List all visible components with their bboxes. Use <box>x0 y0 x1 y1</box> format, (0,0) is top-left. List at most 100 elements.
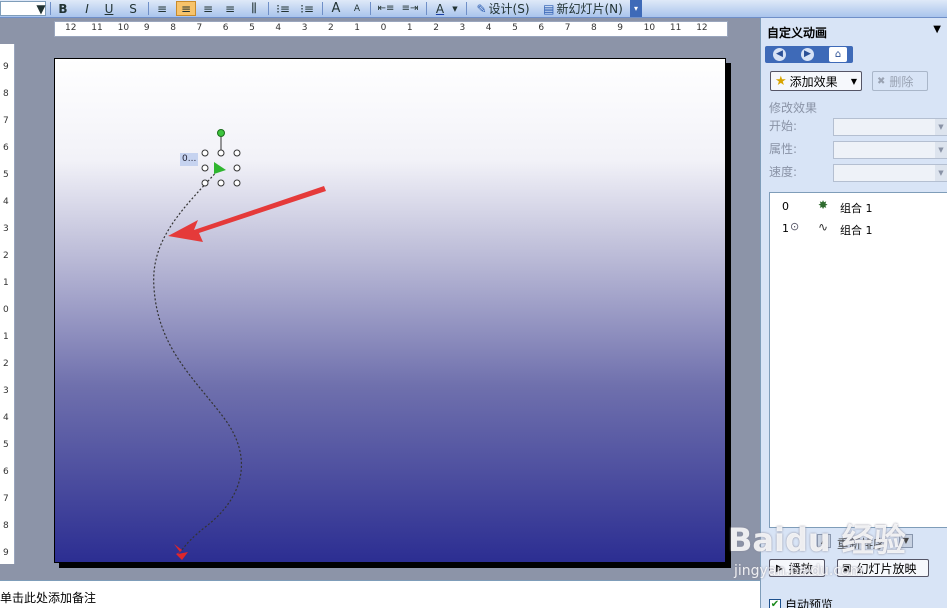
align-center-button[interactable]: ≡ <box>176 1 196 16</box>
delete-button[interactable]: ✖ 删除 <box>872 71 928 91</box>
resize-handle[interactable] <box>233 179 241 187</box>
bold-button[interactable]: B <box>56 1 70 16</box>
ruler-tick-label: 1 <box>3 278 9 288</box>
increase-indent-button[interactable]: ≡⇥ <box>400 1 420 16</box>
move-up-icon[interactable]: ▲ <box>817 534 831 548</box>
ruler-tick-label: 6 <box>222 23 229 33</box>
ruler-tick-label: 12 <box>65 23 77 33</box>
toolbar-separator <box>466 2 467 15</box>
chevron-down-icon: ▼ <box>935 165 947 181</box>
modify-heading: 修改效果 <box>769 101 818 115</box>
new-slide-button[interactable]: ▤ 新幻灯片(N) <box>540 1 626 17</box>
annotation-arrow <box>168 186 326 242</box>
chevron-down-icon[interactable]: ▼ <box>450 1 460 16</box>
custom-animation-pane: 自定义动画 ▼ ◀ ▶ ⌂ ★ 添加效果 ▼ ✖ 删除 修改效果 开始: ▼ 属… <box>760 18 947 608</box>
ruler-tick-label: 4 <box>3 197 9 207</box>
ruler-tick-label: 7 <box>196 23 203 33</box>
ruler-tick-label: 3 <box>3 386 9 396</box>
toolbar-separator <box>268 2 269 15</box>
start-label: 开始: <box>769 119 798 133</box>
design-button[interactable]: ✎ 设计(S) <box>472 1 534 17</box>
align-right-button[interactable]: ≡ <box>200 1 216 16</box>
distribute-button[interactable]: ⫼ <box>246 1 262 16</box>
ruler-tick-label: 3 <box>3 224 9 234</box>
ruler-tick-label: 6 <box>3 143 9 153</box>
ruler-tick-label: 5 <box>249 23 255 33</box>
star-effect-icon: ✸ <box>818 198 829 212</box>
increase-font-button[interactable]: A <box>328 1 344 16</box>
effect-list: 0 ✸ 组合 1 1 ⊙ ∿ 组合 1 <box>769 192 947 528</box>
font-color-button[interactable]: A <box>432 1 448 16</box>
ruler-tick-label: 9 <box>617 23 624 33</box>
ruler-tick-label: 12 <box>696 23 708 33</box>
design-icon: ✎ <box>476 1 487 16</box>
rotation-handle[interactable] <box>217 129 225 137</box>
slideshow-button[interactable]: ▣ 幻灯片放映 <box>837 559 929 577</box>
resize-handle[interactable] <box>217 149 225 157</box>
add-effect-button[interactable]: ★ 添加效果 ▼ <box>770 71 862 91</box>
resize-handle[interactable] <box>201 164 209 172</box>
property-select[interactable]: ▼ <box>833 141 947 159</box>
vertical-ruler: 9 8 7 6 5 4 3 2 1 0 1 2 3 4 5 6 7 8 9 <box>0 44 15 564</box>
chevron-down-icon: ▼ <box>935 119 947 135</box>
mouse-icon: ⊙ <box>790 220 800 233</box>
underline-button[interactable]: U <box>102 1 116 16</box>
effect-row[interactable]: 1 ⊙ ∿ 组合 1 <box>770 219 947 237</box>
ruler-tick-label: 8 <box>170 23 176 33</box>
ruler-tick-label: 1 <box>3 332 9 342</box>
toolbar-separator <box>148 2 149 15</box>
ruler-tick-label: 1 <box>406 23 413 33</box>
ruler-tick-label: 1 <box>354 23 361 33</box>
chevron-down-icon[interactable]: ▼ <box>36 1 46 16</box>
play-button[interactable]: ▶ 播放 <box>769 559 825 577</box>
effect-row[interactable]: 0 ✸ 组合 1 <box>770 197 947 215</box>
motion-path[interactable] <box>153 167 242 551</box>
ruler-tick-label: 9 <box>3 548 9 558</box>
ruler-tick-label: 7 <box>3 116 9 126</box>
ruler-tick-label: 2 <box>328 23 334 33</box>
justify-button[interactable]: ≡ <box>222 1 238 16</box>
italic-button[interactable]: I <box>80 1 94 16</box>
ruler-tick-label: 6 <box>3 467 9 477</box>
ruler-tick-label: 2 <box>3 359 9 369</box>
forward-icon[interactable]: ▶ <box>801 48 814 61</box>
decrease-font-button[interactable]: A <box>350 1 364 16</box>
resize-handle[interactable] <box>217 179 225 187</box>
ruler-tick-label: 0 <box>380 23 387 33</box>
start-select[interactable]: ▼ <box>833 118 947 136</box>
ruler-tick-label: 3 <box>459 23 466 33</box>
ruler-tick-label: 4 <box>3 413 9 423</box>
pane-title: 自定义动画 <box>767 26 828 40</box>
decrease-indent-button[interactable]: ⇤≡ <box>376 1 396 16</box>
speed-select[interactable]: ▼ <box>833 164 947 182</box>
ruler-tick-label: 7 <box>564 23 571 33</box>
ruler-tick-label: 2 <box>433 23 439 33</box>
align-left-button[interactable]: ≡ <box>154 1 170 16</box>
motion-path-icon: ∿ <box>818 220 829 234</box>
numbering-button[interactable]: ⁝≡ <box>274 1 292 16</box>
reorder-label: 重新排序 <box>837 537 886 551</box>
resize-handle[interactable] <box>201 179 209 187</box>
autopreview-checkbox[interactable]: ✔ 自动预览 <box>769 596 833 608</box>
chevron-down-icon[interactable]: ▼ <box>933 24 941 35</box>
ruler-tick-label: 5 <box>3 440 9 450</box>
back-icon[interactable]: ◀ <box>773 48 786 61</box>
move-down-icon[interactable]: ▼ <box>899 534 913 548</box>
object-label: 0... <box>180 153 199 166</box>
resize-handle[interactable] <box>233 149 241 157</box>
ruler-tick-label: 5 <box>512 23 518 33</box>
ruler-tick-label: 6 <box>538 23 545 33</box>
toolbar-separator <box>322 2 323 15</box>
resize-handle[interactable] <box>201 149 209 157</box>
shadow-button[interactable]: S <box>126 1 140 16</box>
resize-handle[interactable] <box>233 164 241 172</box>
path-end-marker <box>174 544 188 560</box>
ruler-tick-label: 4 <box>485 23 492 33</box>
notes-pane[interactable]: 单击此处添加备注 <box>0 580 760 608</box>
formatting-toolbar: ▼ B I U S ≡ ≡ ≡ ≡ ⫼ ⁝≡ ⁝≡ A A ⇤≡ ≡⇥ A ▼ … <box>0 0 947 18</box>
bullets-button[interactable]: ⁝≡ <box>298 1 316 16</box>
toolbar-options-button[interactable]: ▾ <box>630 0 642 17</box>
ruler-tick-label: 3 <box>301 23 308 33</box>
property-label: 属性: <box>769 142 798 156</box>
home-icon[interactable]: ⌂ <box>829 47 847 62</box>
